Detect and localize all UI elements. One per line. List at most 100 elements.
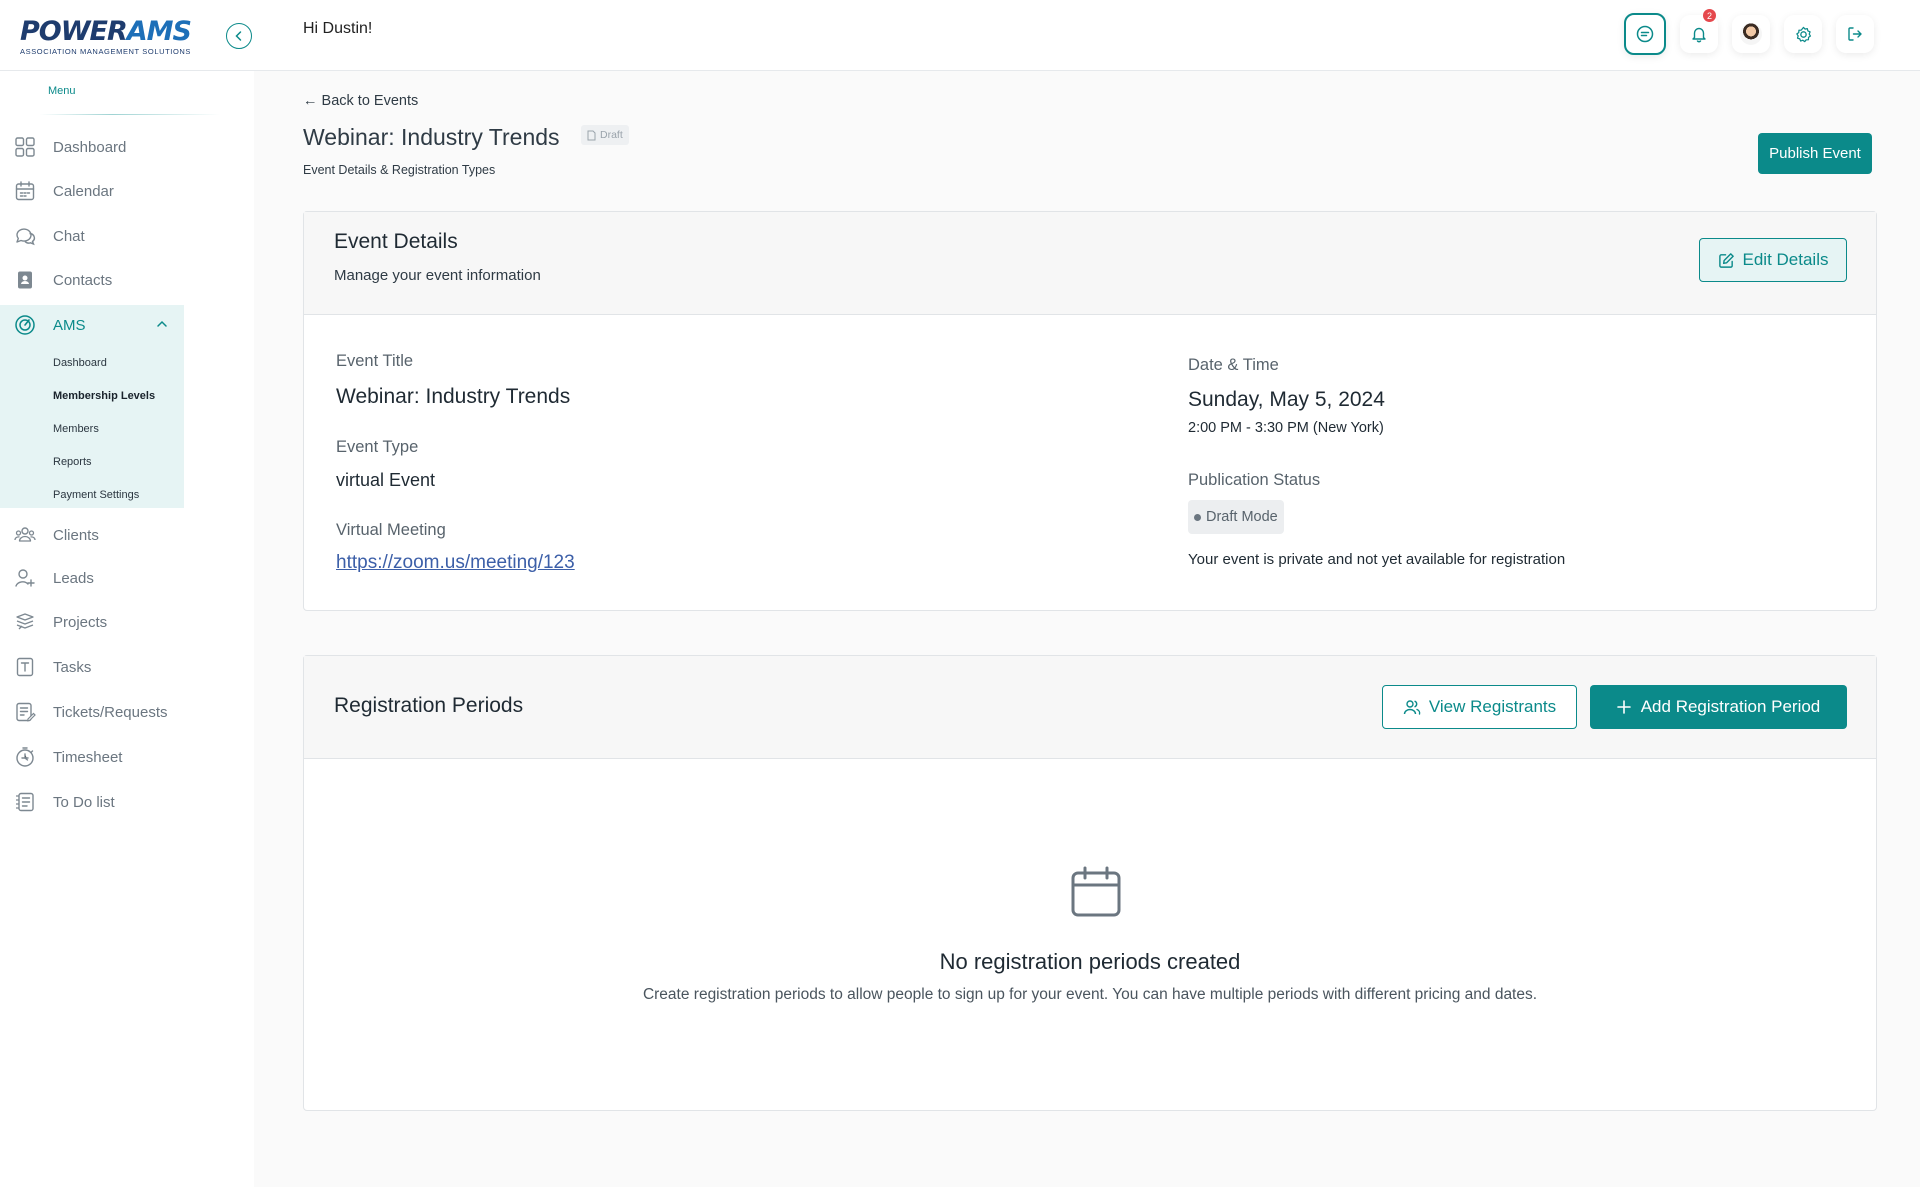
logout-button[interactable]	[1836, 15, 1874, 53]
view-registrants-label: View Registrants	[1428, 697, 1557, 716]
sidebar-item-tickets[interactable]: Tickets/Requests	[0, 692, 184, 732]
sidebar-item-ams[interactable]: AMS	[0, 305, 184, 345]
event-details-card: Event Details Manage your event informat…	[303, 211, 1877, 611]
logo-tagline: ASSOCIATION MANAGEMENT SOLUTIONS	[20, 47, 192, 56]
avatar	[1740, 23, 1762, 45]
event-title-value: Webinar: Industry Trends	[336, 385, 571, 408]
bell-icon	[1692, 27, 1706, 43]
profile-button[interactable]	[1732, 15, 1770, 53]
dashboard-icon	[15, 137, 35, 157]
event-title-label: Event Title	[336, 352, 414, 370]
sidebar-item-label: To Do list	[53, 793, 115, 811]
virtual-meeting-label: Virtual Meeting	[336, 521, 446, 539]
clients-icon	[14, 527, 36, 542]
sidebar-item-chat[interactable]: Chat	[0, 216, 184, 256]
settings-button[interactable]	[1784, 15, 1822, 53]
calendar-icon	[15, 181, 35, 201]
draft-badge-label: Draft	[600, 129, 623, 141]
sidebar-item-label: Leads	[53, 569, 94, 587]
chat-icon	[1636, 25, 1654, 43]
status-badge: Draft Mode	[1188, 500, 1284, 534]
empty-state-title: No registration periods created	[939, 949, 1241, 974]
draft-badge: Draft	[581, 125, 629, 145]
sidebar-item-label: Chat	[53, 227, 85, 245]
sidebar-collapse-button[interactable]	[226, 23, 252, 49]
menu-label: Menu	[48, 85, 76, 97]
leads-icon	[15, 569, 35, 587]
publish-event-button[interactable]: Publish Event	[1758, 133, 1872, 174]
sidebar-subitem-dashboard[interactable]: Dashboard	[53, 357, 107, 369]
top-header: POWERAMS ASSOCIATION MANAGEMENT SOLUTION…	[0, 0, 1920, 71]
event-type-label: Event Type	[336, 438, 419, 456]
chevron-up-icon	[157, 320, 167, 327]
plus-icon	[1616, 700, 1631, 714]
status-dot	[1194, 513, 1201, 521]
sidebar: Menu Dashboard Calendar Chat Contacts AM…	[0, 71, 254, 1187]
sidebar-item-label: Tasks	[53, 658, 92, 676]
tasks-icon	[16, 657, 34, 677]
sidebar-subitem-payment-settings[interactable]: Payment Settings	[53, 489, 139, 501]
add-registration-period-button[interactable]: Add Registration Period	[1590, 685, 1847, 729]
timesheet-icon	[16, 747, 34, 767]
sidebar-item-label: AMS	[53, 317, 86, 334]
registration-periods-title: Registration Periods	[334, 694, 524, 717]
greeting: Hi Dustin!	[303, 20, 373, 37]
registration-periods-header: Registration Periods View Registrants Ad…	[304, 656, 1876, 759]
status-badge-label: Draft Mode	[1206, 509, 1278, 525]
edit-icon	[1718, 252, 1734, 268]
status-note: Your event is private and not yet availa…	[1188, 551, 1566, 568]
logo-power: POWER	[20, 16, 128, 47]
sidebar-item-label: Clients	[53, 526, 99, 544]
sidebar-item-projects[interactable]: Projects	[0, 602, 184, 642]
sidebar-item-timesheet[interactable]: Timesheet	[0, 737, 184, 777]
chat-button[interactable]	[1624, 13, 1666, 55]
sidebar-item-label: Projects	[53, 613, 108, 631]
sidebar-item-label: Calendar	[53, 182, 114, 200]
view-registrants-button[interactable]: View Registrants	[1382, 685, 1577, 729]
sidebar-item-tasks[interactable]: Tasks	[0, 647, 184, 687]
sidebar-subitem-membership-levels[interactable]: Membership Levels	[53, 390, 155, 402]
page-title: Webinar: Industry Trends	[303, 124, 560, 150]
virtual-meeting-link[interactable]: https://zoom.us/meeting/123	[336, 552, 575, 574]
sidebar-item-todo[interactable]: To Do list	[0, 782, 184, 822]
chat-bubbles-icon	[16, 228, 36, 246]
ams-section: AMS Dashboard Membership Levels Members …	[0, 305, 184, 508]
logo-ams: AMS	[126, 16, 192, 47]
sidebar-item-leads[interactable]: Leads	[0, 558, 184, 598]
users-icon	[1403, 700, 1421, 715]
menu-divider	[40, 114, 220, 115]
tickets-icon	[16, 702, 36, 722]
sidebar-item-label: Tickets/Requests	[53, 703, 168, 721]
publication-status-label: Publication Status	[1188, 471, 1321, 489]
back-to-events-link[interactable]: ← Back to Events	[303, 93, 418, 109]
sidebar-item-dashboard[interactable]: Dashboard	[0, 127, 184, 167]
logo[interactable]: POWERAMS ASSOCIATION MANAGEMENT SOLUTION…	[20, 16, 192, 57]
sidebar-subitem-reports[interactable]: Reports	[53, 456, 92, 468]
calendar-empty-icon	[1071, 866, 1121, 917]
sidebar-item-label: Contacts	[53, 271, 113, 289]
chevron-left-icon	[235, 31, 242, 41]
sidebar-subitem-members[interactable]: Members	[53, 423, 99, 435]
registration-periods-card: Registration Periods View Registrants Ad…	[303, 655, 1877, 1111]
sidebar-item-label: Timesheet	[53, 748, 123, 766]
notification-badge: 2	[1703, 9, 1716, 22]
notifications-button[interactable]: 2	[1680, 9, 1718, 53]
sidebar-item-contacts[interactable]: Contacts	[0, 260, 184, 300]
add-registration-period-label: Add Registration Period	[1640, 697, 1821, 716]
edit-details-button[interactable]: Edit Details	[1699, 238, 1847, 282]
date-time-label: Date & Time	[1188, 356, 1279, 374]
sidebar-item-label: Dashboard	[53, 138, 127, 156]
projects-icon	[16, 613, 34, 630]
empty-state-description: Create registration periods to allow peo…	[642, 986, 1538, 1003]
gear-icon	[1795, 26, 1811, 42]
event-details-title: Event Details	[334, 230, 458, 253]
sidebar-item-calendar[interactable]: Calendar	[0, 171, 184, 211]
todo-icon	[16, 792, 34, 812]
event-type-value: virtual Event	[336, 470, 436, 490]
sidebar-item-clients[interactable]: Clients	[0, 515, 184, 555]
gauge-icon	[15, 315, 35, 335]
logout-icon	[1848, 27, 1862, 41]
contacts-icon	[18, 271, 32, 289]
header-actions: 2	[1624, 9, 1874, 55]
page-subtitle: Event Details & Registration Types	[303, 163, 496, 177]
